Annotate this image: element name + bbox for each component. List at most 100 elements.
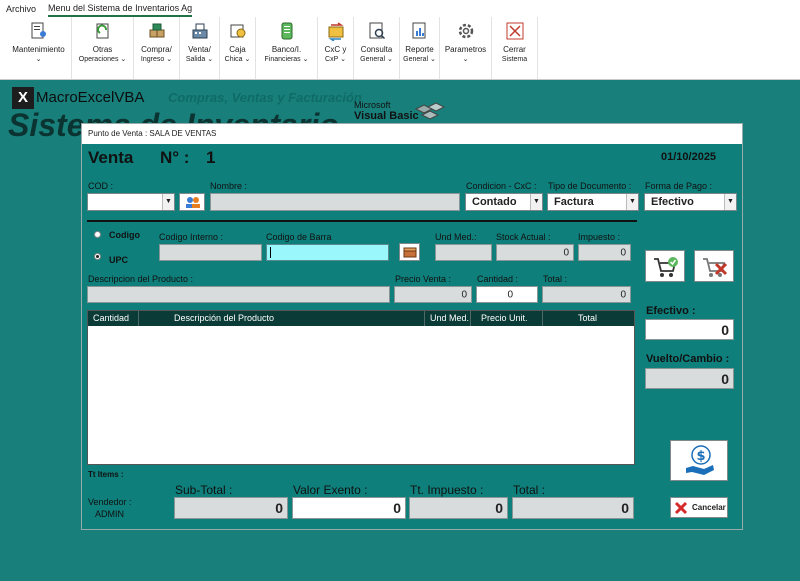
efectivo-field[interactable]: 0 xyxy=(645,319,734,340)
pay-button[interactable]: $ xyxy=(670,440,728,481)
valor-exento-label: Valor Exento : xyxy=(293,483,368,497)
cancel-button[interactable]: Cancelar xyxy=(670,497,728,518)
ribbon-label: Consulta xyxy=(360,45,393,54)
vuelto-label: Vuelto/Cambio : xyxy=(646,353,730,365)
ribbon-label: Caja xyxy=(229,45,246,54)
table-header: Cantidad Descripción del Producto Und Me… xyxy=(88,311,634,326)
total-bottom-value: 0 xyxy=(621,500,629,516)
column-header: Cantidad xyxy=(88,311,139,326)
codigo-interno-field[interactable] xyxy=(159,244,262,261)
precio-venta-label: Precio Venta : xyxy=(395,274,452,284)
vendedor-value: ADMIN xyxy=(95,509,124,519)
cash-box-icon xyxy=(230,24,245,38)
tab-archivo[interactable]: Archivo xyxy=(6,2,36,16)
number-label: N° : xyxy=(160,148,190,167)
punto-de-venta-dialog: Punto de Venta : SALA DE VENTAS Venta N°… xyxy=(81,123,743,530)
total-value: 0 xyxy=(620,289,626,300)
tipo-doc-select[interactable]: Factura ▼ xyxy=(547,193,639,211)
descripcion-field xyxy=(87,286,390,303)
ribbon-sublabel: Sistema xyxy=(501,56,528,63)
vuelto-value: 0 xyxy=(721,370,729,387)
subtotal-value: 0 xyxy=(275,500,283,516)
ribbon-sublabel: General ⌄ xyxy=(360,56,393,63)
impuesto-value: 0 xyxy=(620,247,626,258)
condicion-select[interactable]: Contado ▼ xyxy=(465,193,543,211)
vendedor-label: Vendedor : xyxy=(88,497,132,507)
refresh-doc-icon xyxy=(96,23,108,39)
ribbon-sublabel: General ⌄ xyxy=(403,56,436,63)
forma-pago-value: Efectivo xyxy=(651,196,694,208)
users-icon xyxy=(186,197,200,208)
ledger-icon xyxy=(281,22,292,40)
compra-ingreso-button[interactable]: Compra/ Ingreso ⌄ xyxy=(134,17,180,79)
consulta-general-button[interactable]: Consulta General ⌄ xyxy=(354,17,400,79)
ribbon-label: Reporte xyxy=(405,45,434,54)
total-bottom-field: 0 xyxy=(512,497,634,519)
cash-register-icon xyxy=(192,23,207,39)
vuelto-field: 0 xyxy=(645,368,734,389)
cerrar-sistema-button[interactable]: Cerrar Sistema xyxy=(492,17,538,79)
impuesto-field: 0 xyxy=(578,244,631,261)
stock-actual-field: 0 xyxy=(496,244,574,261)
reporte-general-button[interactable]: Reporte General ⌄ xyxy=(400,17,440,79)
remove-from-cart-button[interactable] xyxy=(694,250,734,282)
column-header: Total xyxy=(578,313,598,323)
chevron-down-icon: ▼ xyxy=(530,194,542,210)
tab-menu-sistema[interactable]: Menu del Sistema de Inventarios Ag xyxy=(48,1,193,17)
search-doc-icon xyxy=(369,22,385,40)
cantidad-field[interactable]: 0 xyxy=(476,286,538,303)
valor-exento-field: 0 xyxy=(292,497,406,519)
gear-icon xyxy=(458,23,473,39)
efectivo-value: 0 xyxy=(721,321,729,338)
nombre-field[interactable] xyxy=(210,193,460,211)
parametros-button[interactable]: Parametros ⌄ xyxy=(440,17,492,79)
brand-name: MacroExcelVBA xyxy=(36,89,145,106)
mantenimiento-button[interactable]: Mantenimiento ⌄ xyxy=(6,17,72,79)
otras-operaciones-button[interactable]: Otras Operaciones ⌄ xyxy=(72,17,134,79)
cantidad-label: Cantidad : xyxy=(477,274,519,284)
search-client-button[interactable] xyxy=(179,193,205,211)
close-icon xyxy=(674,501,688,515)
venta-salida-button[interactable]: Venta/ Salida ⌄ xyxy=(180,17,220,79)
condicion-label: Condicion - CxC : xyxy=(466,181,537,191)
svg-text:$: $ xyxy=(696,449,705,464)
column-header: Descripción del Producto xyxy=(139,311,425,326)
items-table[interactable]: Cantidad Descripción del Producto Und Me… xyxy=(87,310,635,465)
cod-label: COD : xyxy=(88,181,114,191)
cxc-cxp-button[interactable]: CxC y CxP ⌄ xyxy=(318,17,354,79)
codigo-radio[interactable] xyxy=(94,231,101,238)
banco-financieras-button[interactable]: Banco/I. Financieras ⌄ xyxy=(256,17,318,79)
chevron-down-icon: ▼ xyxy=(626,194,638,210)
caja-chica-button[interactable]: Caja Chica ⌄ xyxy=(220,17,256,79)
document-user-icon xyxy=(31,22,46,39)
subtotal-label: Sub-Total : xyxy=(175,483,233,497)
ribbon-label: Compra/ xyxy=(141,45,172,54)
und-med-field xyxy=(435,244,492,261)
vb-logo: Microsoft Visual Basic xyxy=(354,100,419,122)
add-to-cart-button[interactable] xyxy=(645,250,685,282)
total-bottom-label: Total : xyxy=(513,483,546,497)
nombre-label: Nombre : xyxy=(210,181,248,191)
codigo-barra-field[interactable] xyxy=(266,244,389,261)
forma-pago-label: Forma de Pago : xyxy=(645,181,713,191)
product-search-button[interactable] xyxy=(399,243,420,261)
vb-cubes-icon xyxy=(414,102,446,120)
forma-pago-select[interactable]: Efectivo ▼ xyxy=(644,193,737,211)
cancel-label: Cancelar xyxy=(692,503,726,512)
text-cursor xyxy=(270,247,271,258)
tt-impuesto-label: Tt. Impuesto : xyxy=(410,483,484,497)
report-icon xyxy=(412,22,425,39)
ribbon-sublabel: Chica ⌄ xyxy=(224,56,251,63)
ribbon-sublabel: Salida ⌄ xyxy=(185,56,214,63)
ribbon-label: Venta/ xyxy=(188,45,211,54)
ribbon-label: Banco/I. xyxy=(271,45,302,54)
total-label: Total : xyxy=(543,274,568,284)
ribbon-sublabel: ⌄ xyxy=(462,56,469,63)
ribbon-label: Mantenimiento xyxy=(12,45,65,54)
subtotal-field: 0 xyxy=(174,497,288,519)
upc-radio[interactable] xyxy=(94,253,101,260)
cod-select[interactable]: ▼ xyxy=(87,193,175,211)
tipo-doc-label: Tipo de Documento : xyxy=(548,181,632,191)
ribbon-label: Cerrar xyxy=(503,45,526,54)
ribbon: Mantenimiento ⌄ Otras Operaciones ⌄ Comp… xyxy=(0,17,800,80)
